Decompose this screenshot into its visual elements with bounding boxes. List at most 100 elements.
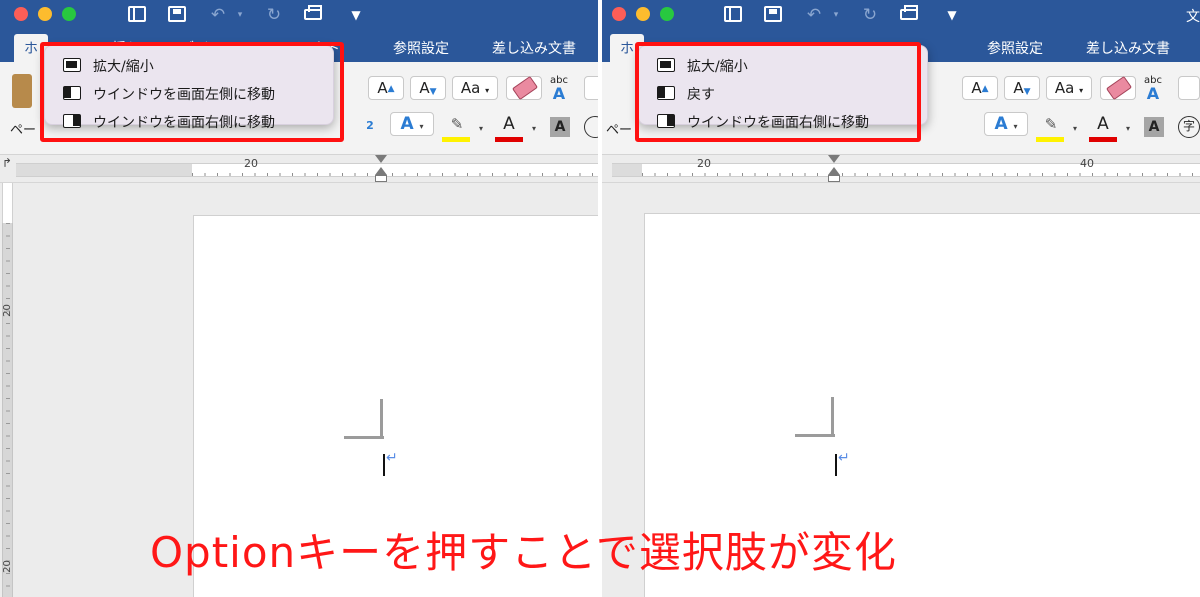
superscript-fragment[interactable]: 2 (362, 114, 378, 138)
font-color-chevron-icon[interactable]: ▾ (532, 124, 536, 133)
grow-font-label: A (377, 79, 388, 97)
close-icon[interactable] (612, 7, 626, 21)
highlighter-icon: ✎ (1044, 115, 1058, 133)
horizontal-ruler: ↱ 20 (0, 155, 598, 183)
print-icon[interactable] (304, 5, 322, 20)
print-icon[interactable] (900, 5, 918, 20)
change-case-label: Aa (1054, 79, 1075, 97)
page-label: ペー (10, 123, 37, 138)
crop-mark (380, 399, 383, 439)
highlight-chevron-icon[interactable]: ▾ (1073, 124, 1077, 133)
close-icon[interactable] (14, 7, 28, 21)
tab-mailings[interactable]: 差し込み文書 (1086, 38, 1170, 58)
save-icon[interactable] (168, 6, 186, 22)
customize-chevron-icon[interactable]: ▼ (344, 4, 368, 26)
shrink-font-button[interactable]: A▼ (1004, 76, 1040, 100)
phonetic-guide-icon[interactable]: abc A (546, 76, 572, 102)
eraser-icon (511, 75, 539, 101)
text-effects-button[interactable]: A ▾ (984, 112, 1028, 136)
undo-chevron-icon[interactable]: ▾ (824, 4, 848, 26)
text-effects-label: A (994, 114, 1008, 134)
clear-formatting-button[interactable] (506, 75, 542, 101)
font-color-label: A (503, 114, 515, 134)
tab-references[interactable]: 参照設定 (393, 38, 449, 58)
font-color-bar (495, 137, 523, 142)
vruler-number: 20 (1, 560, 13, 573)
text-cursor (383, 454, 385, 476)
vruler-text-area (2, 223, 13, 597)
ruler-number: 40 (1080, 157, 1094, 170)
crop-mark (795, 434, 835, 437)
left-indent-icon[interactable] (375, 175, 387, 182)
tab-stop-icon[interactable]: ↱ (2, 156, 12, 170)
hanging-indent-icon[interactable] (375, 167, 387, 175)
tab-references[interactable]: 参照設定 (987, 38, 1043, 58)
grow-font-button[interactable]: A▲ (368, 76, 404, 100)
crop-mark (344, 436, 384, 439)
window-title: 文 (1186, 9, 1200, 25)
redo-icon[interactable]: ↻ (262, 4, 286, 26)
hanging-indent-icon[interactable] (828, 167, 840, 175)
first-line-indent-icon[interactable] (828, 155, 840, 163)
highlighter-icon: ✎ (450, 115, 464, 133)
customize-chevron-icon[interactable]: ▼ (940, 4, 964, 26)
enclose-char-button[interactable] (584, 116, 598, 138)
vruler-top (2, 183, 13, 223)
highlight-color-bar (1036, 137, 1064, 142)
change-case-label: Aa (460, 79, 481, 97)
minimize-icon[interactable] (636, 7, 650, 21)
font-color-bar (1089, 137, 1117, 142)
grow-font-button[interactable]: A▲ (962, 76, 998, 100)
vruler-number: 20 (1, 304, 13, 317)
ruler-margin-left (612, 163, 642, 177)
grow-font-label: A (971, 79, 982, 97)
horizontal-ruler: 20 40 (602, 155, 1200, 183)
paste-icon[interactable] (12, 74, 32, 108)
phonetic-guide-icon[interactable]: abc A (1140, 76, 1166, 102)
left-indent-icon[interactable] (828, 175, 840, 182)
text-cursor (835, 454, 837, 476)
tab-mailings[interactable]: 差し込み文書 (492, 38, 576, 58)
minimize-icon[interactable] (38, 7, 52, 21)
title-bar: ↶ ▾ ↻ ▼ (0, 0, 598, 32)
title-bar: ↶ ▾ ↻ ▼ 文 (602, 0, 1200, 32)
enclose-button[interactable] (584, 76, 598, 100)
right-screenshot-panel: ↶ ▾ ↻ ▼ 文 ホ 参照設定 差し込み文書 A▲ A▼ Aa ▾ abc A … (602, 0, 1200, 597)
undo-icon[interactable]: ↶ (802, 4, 826, 26)
shrink-font-label: A (1013, 79, 1024, 97)
redo-icon[interactable]: ↻ (858, 4, 882, 26)
ruler-number: 20 (244, 157, 258, 170)
enclose-button[interactable] (1178, 76, 1200, 100)
undo-icon[interactable]: ↶ (206, 4, 230, 26)
sidebar-icon[interactable] (128, 6, 146, 22)
phonetic-a-label: A (1146, 84, 1160, 103)
highlight-button[interactable]: ✎ (440, 112, 474, 136)
character-shading-button[interactable]: A (1144, 117, 1164, 137)
vertical-ruler: 20 20 (0, 183, 16, 597)
save-icon[interactable] (764, 6, 782, 22)
character-shading-button[interactable]: A (550, 117, 570, 137)
undo-chevron-icon[interactable]: ▾ (228, 4, 252, 26)
eraser-icon (1105, 75, 1133, 101)
paragraph-mark: ↵ (386, 450, 398, 466)
enclose-char-button[interactable]: 字 (1178, 116, 1200, 138)
caption-text: Optionキーを押すことで選択肢が変化 (150, 528, 897, 577)
text-effects-button[interactable]: A ▾ (390, 112, 434, 136)
shrink-font-button[interactable]: A▼ (410, 76, 446, 100)
highlight-chevron-icon[interactable]: ▾ (479, 124, 483, 133)
first-line-indent-icon[interactable] (375, 155, 387, 163)
font-color-chevron-icon[interactable]: ▾ (1126, 124, 1130, 133)
clear-formatting-button[interactable] (1100, 75, 1136, 101)
font-color-button[interactable]: A (494, 112, 524, 136)
font-color-button[interactable]: A (1088, 112, 1118, 136)
phonetic-a-label: A (552, 84, 566, 103)
font-color-label: A (1097, 114, 1109, 134)
change-case-button[interactable]: Aa ▾ (452, 76, 498, 100)
change-case-button[interactable]: Aa ▾ (1046, 76, 1092, 100)
left-screenshot-panel: ↶ ▾ ↻ ▼ ホ 挿入 デザイン レイアウト 参照設定 差し込み文書 A▲ A… (0, 0, 598, 597)
highlight-button[interactable]: ✎ (1034, 112, 1068, 136)
zoom-icon[interactable] (62, 7, 76, 21)
highlight-box (40, 42, 344, 142)
zoom-icon[interactable] (660, 7, 674, 21)
sidebar-icon[interactable] (724, 6, 742, 22)
